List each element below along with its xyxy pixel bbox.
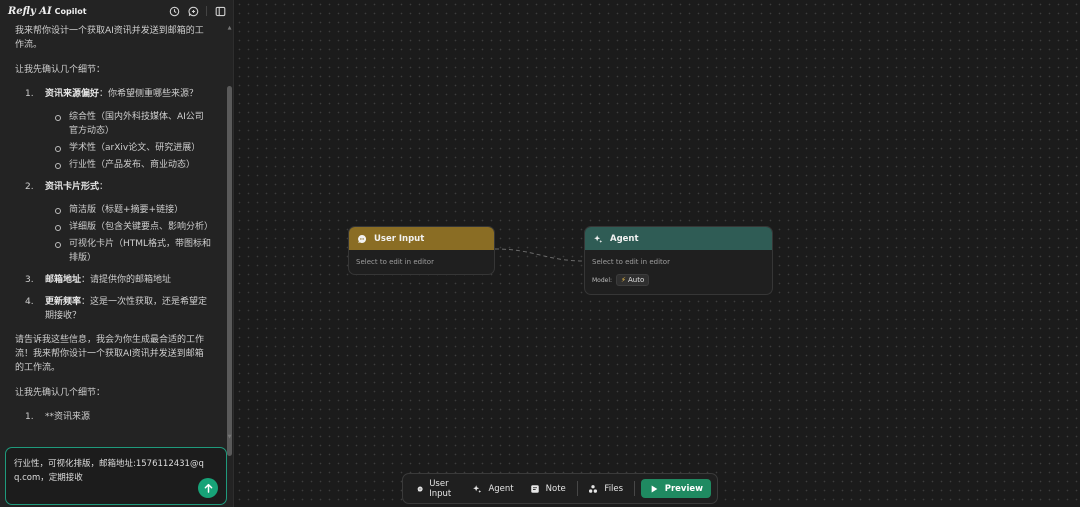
sub-list-item: 综合性（国内外科技媒体、AI公司官方动态）: [53, 110, 212, 138]
toolbar-label: Preview: [664, 483, 703, 494]
send-button[interactable]: [198, 478, 218, 498]
logo: Refly AI Copilot: [8, 6, 87, 17]
list-item: 2. 资讯卡片形式： 简洁版（标题+摘要+链接） 详细版（包含关键要点、影响分析…: [25, 180, 213, 265]
list-item-title: 资讯来源偏好: [45, 89, 100, 99]
list-item-title: 资讯卡片形式: [45, 182, 100, 192]
list-item-title: 更新频率: [45, 297, 82, 307]
list-item-text: ：: [99, 182, 109, 192]
sidebar-header: Refly AI Copilot: [0, 0, 234, 22]
files-icon: [589, 484, 598, 493]
model-selector[interactable]: ⚡ Auto: [616, 274, 650, 286]
list-number: 4.: [25, 297, 34, 307]
workflow-canvas[interactable]: User Input Select to edit in editor Agen…: [235, 0, 1080, 507]
list-number: 3.: [25, 275, 34, 285]
toolbar-divider: [634, 481, 635, 496]
play-icon: [651, 485, 658, 492]
node-title: Agent: [610, 233, 639, 244]
sub-list-item: 详细版（包含关键要点、影响分析）: [53, 220, 213, 234]
list-item-text: **资讯来源: [45, 412, 91, 422]
model-label: Model:: [592, 276, 613, 284]
history-icon[interactable]: [168, 5, 180, 17]
add-agent-button[interactable]: Agent: [464, 478, 521, 500]
scroll-up-arrow-icon[interactable]: ▲: [227, 26, 232, 31]
composer-input[interactable]: 行业性，可视化排版，邮箱地址:1576112431@qq.com，定期接收: [14, 457, 204, 485]
add-note-button[interactable]: Note: [522, 478, 574, 500]
chat-scrollbar[interactable]: ▲ ▼: [226, 22, 233, 456]
agent-node-header: Agent: [585, 227, 772, 250]
user-input-node[interactable]: User Input Select to edit in editor: [348, 226, 495, 275]
list-number: 2.: [25, 182, 34, 192]
sparkles-icon: [473, 484, 482, 493]
toolbar-label: Agent: [488, 483, 514, 494]
list-item: 1. **资讯来源: [25, 410, 212, 424]
brand-sub: Copilot: [54, 6, 87, 16]
toolbar-label: Files: [604, 483, 624, 494]
model-row: Model: ⚡ Auto: [592, 274, 765, 286]
lightning-icon: ⚡: [621, 276, 626, 284]
new-chat-icon[interactable]: [187, 5, 199, 17]
sub-list-item: 可视化卡片（HTML格式，带图标和排版）: [53, 237, 212, 265]
toolbar-label: Note: [545, 483, 566, 494]
copilot-sidebar: Refly AI Copilot 我来帮你设计一个获取AI资讯并发送到邮箱的工作…: [0, 0, 234, 507]
note-icon: [530, 484, 539, 493]
sub-list-item: 简洁版（标题+摘要+链接）: [53, 203, 212, 217]
toolbar-label: User Input: [429, 478, 452, 499]
add-user-input-button[interactable]: User Input: [409, 478, 464, 500]
chat-composer[interactable]: 行业性，可视化排版，邮箱地址:1576112431@qq.com，定期接收: [5, 447, 227, 505]
list-number: 1.: [25, 89, 34, 99]
chat-confirm-2: 让我先确认几个细节：: [15, 388, 106, 398]
scroll-down-arrow-icon[interactable]: ▼: [227, 435, 232, 440]
chat-messages: 我来帮你设计一个获取AI资讯并发送到邮箱的工作流。 让我先确认几个细节： 1. …: [0, 22, 226, 442]
node-title: User Input: [374, 233, 425, 244]
brand-name: Refly AI: [8, 5, 52, 17]
canvas-toolbar: User Input Agent Note Files Preview: [402, 473, 718, 504]
sub-list-item: 行业性（产品发布、商业动态）: [53, 158, 212, 172]
chat-bubble-icon: [358, 234, 367, 243]
list-item: 3. 邮箱地址：请提供你的邮箱地址: [25, 273, 212, 287]
agent-node[interactable]: Agent Select to edit in editor Model: ⚡ …: [584, 226, 773, 295]
list-item-text: ：你希望侧重哪些来源？: [99, 89, 199, 99]
header-divider: [206, 6, 207, 16]
add-files-button[interactable]: Files: [580, 478, 631, 500]
chat-confirm: 让我先确认几个细节：: [15, 65, 106, 75]
list-item-title: 邮箱地址: [45, 275, 82, 285]
chat-intro: 我来帮你设计一个获取AI资讯并发送到邮箱的工作流。: [15, 26, 204, 50]
chat-bubble-icon: [417, 486, 423, 491]
preview-button[interactable]: Preview: [640, 479, 711, 498]
list-item: 1. 资讯来源偏好：你希望侧重哪些来源？ 综合性（国内外科技媒体、AI公司官方动…: [25, 87, 212, 172]
chat-closing: 请告诉我这些信息，我会为你生成最合适的工作流！我来帮你设计一个获取AI资讯并发送…: [15, 335, 205, 373]
node-hint: Select to edit in editor: [356, 258, 434, 266]
list-item: 4. 更新频率：这是一次性获取，还是希望定期接收？: [25, 295, 212, 323]
arrow-up-icon: [204, 483, 212, 493]
list-item-text: ：请提供你的邮箱地址: [81, 275, 172, 285]
sidebar-toggle-icon[interactable]: [214, 5, 226, 17]
node-hint: Select to edit in editor: [592, 258, 670, 266]
list-number: 1.: [25, 412, 34, 422]
model-value: Auto: [627, 276, 645, 284]
sub-list-item: 学术性（arXiv论文、研究进展）: [53, 141, 212, 155]
user-input-node-header: User Input: [349, 227, 494, 250]
sparkles-icon: [594, 234, 603, 243]
toolbar-divider: [576, 481, 578, 496]
scrollbar-thumb[interactable]: [227, 86, 232, 456]
